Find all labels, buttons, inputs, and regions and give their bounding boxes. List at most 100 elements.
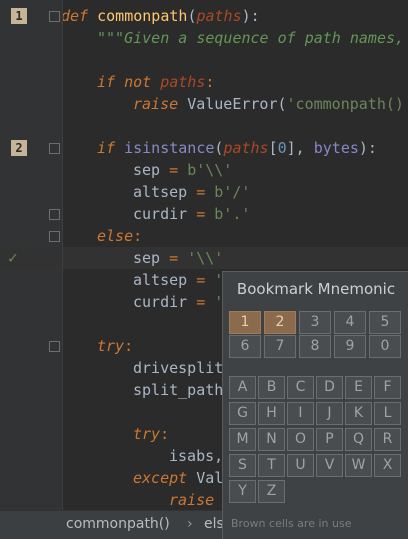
mnemonic-cell-c[interactable]: C	[287, 376, 314, 399]
mnemonic-cell-n[interactable]: N	[258, 428, 285, 451]
code-text: raise ValueError('commonpath() arg is an…	[133, 93, 408, 115]
code-line[interactable]: """Given a sequence of path names, retur…	[63, 27, 408, 49]
mnemonic-cell-z[interactable]: Z	[258, 480, 285, 503]
mnemonic-cell-4[interactable]: 4	[334, 311, 366, 334]
mnemonic-cell-m[interactable]: M	[229, 428, 256, 451]
mnemonic-cell-f[interactable]: F	[374, 376, 401, 399]
mnemonic-cell-h[interactable]: H	[258, 402, 285, 425]
fold-marker-icon[interactable]	[49, 341, 60, 352]
mnemonic-cell-w[interactable]: W	[345, 454, 372, 477]
code-token: commonpath	[97, 7, 188, 25]
code-token: paths	[223, 139, 269, 157]
code-line[interactable]	[63, 115, 408, 137]
code-token: =	[169, 249, 188, 267]
code-token: :	[133, 227, 143, 245]
mnemonic-cell-a[interactable]: A	[229, 376, 256, 399]
code-line[interactable]: def commonpath(paths):	[63, 5, 408, 27]
mnemonic-cell-3[interactable]: 3	[299, 311, 331, 334]
mnemonic-cell-g[interactable]: G	[229, 402, 256, 425]
fold-marker-icon[interactable]	[49, 231, 60, 242]
mnemonic-cell-2[interactable]: 2	[264, 311, 296, 334]
code-token: =	[196, 293, 215, 311]
code-token: altsep	[133, 271, 197, 289]
mnemonic-cell-7[interactable]: 7	[264, 335, 296, 358]
code-line[interactable]: if isinstance(paths[0], bytes):	[63, 137, 408, 159]
code-text: curdir = b'.'	[133, 203, 250, 225]
mnemonic-cell-1[interactable]: 1	[229, 311, 261, 334]
code-line-current[interactable]: sep = '\\'	[63, 247, 408, 269]
breadcrumb-item-function[interactable]: commonpath()	[66, 511, 170, 538]
code-token: paths	[196, 7, 242, 25]
mnemonic-cell-o[interactable]: O	[287, 428, 314, 451]
code-token: raise	[133, 95, 188, 113]
code-token: raise	[169, 491, 224, 509]
code-token: :	[160, 425, 170, 443]
code-line[interactable]: sep = b'\\'	[63, 159, 408, 181]
code-token: sep	[133, 161, 170, 179]
code-token: curdir	[133, 293, 197, 311]
mnemonic-cell-p[interactable]: P	[316, 428, 343, 451]
code-token: [	[268, 139, 278, 157]
mnemonic-cell-x[interactable]: X	[374, 454, 401, 477]
code-token: bytes	[313, 139, 359, 157]
code-token: sep	[133, 249, 170, 267]
mnemonic-cell-s[interactable]: S	[229, 454, 256, 477]
mnemonic-cell-r[interactable]: R	[374, 428, 401, 451]
code-token: isinstance	[124, 139, 215, 157]
code-text: sep = '\\'	[133, 247, 223, 269]
fold-marker-icon[interactable]	[49, 11, 60, 22]
mnemonic-cell-l[interactable]: L	[374, 402, 401, 425]
code-token: if	[97, 139, 125, 157]
mnemonic-cell-b[interactable]: B	[258, 376, 285, 399]
code-text: sep = b'\\'	[133, 159, 232, 181]
code-token: 0	[277, 139, 287, 157]
mnemonic-cell-0[interactable]: 0	[369, 335, 401, 358]
code-token: (	[277, 95, 287, 113]
code-token: '\\'	[187, 249, 224, 267]
mnemonic-cell-v[interactable]: V	[316, 454, 343, 477]
mnemonic-cell-8[interactable]: 8	[299, 335, 331, 358]
code-text: if not paths:	[97, 71, 214, 93]
code-line[interactable]	[63, 49, 408, 71]
code-token: :	[124, 337, 134, 355]
code-token: curdir	[133, 205, 197, 223]
fold-marker-icon[interactable]	[49, 209, 60, 220]
code-token: altsep	[133, 183, 197, 201]
code-line[interactable]: raise ValueError('commonpath() arg is an…	[63, 93, 408, 115]
check-icon: ✓	[8, 248, 18, 267]
mnemonic-cell-j[interactable]: J	[316, 402, 343, 425]
code-line[interactable]: else:	[63, 225, 408, 247]
code-token: =	[196, 271, 215, 289]
code-token: ):	[241, 7, 260, 25]
mnemonic-cell-9[interactable]: 9	[334, 335, 366, 358]
mnemonic-cell-u[interactable]: U	[287, 454, 314, 477]
mnemonic-cell-5[interactable]: 5	[369, 311, 401, 334]
bookmark-badge-icon[interactable]: 2	[11, 140, 27, 156]
code-line[interactable]: if not paths:	[63, 71, 408, 93]
code-token: ValueError	[187, 95, 278, 113]
mnemonic-cell-6[interactable]: 6	[229, 335, 261, 358]
code-text: try:	[97, 335, 133, 357]
code-token: :	[205, 73, 215, 91]
code-token: b'\\'	[187, 161, 233, 179]
code-line[interactable]: altsep = b'/'	[63, 181, 408, 203]
fold-marker-icon[interactable]	[49, 143, 60, 154]
code-token: b'/'	[214, 183, 251, 201]
mnemonic-cell-i[interactable]: I	[287, 402, 314, 425]
popup-hint: Brown cells are in use	[231, 517, 352, 530]
code-token: ):	[358, 139, 377, 157]
mnemonic-cell-e[interactable]: E	[345, 376, 372, 399]
code-text: """Given a sequence of path names, retur…	[97, 27, 408, 49]
mnemonic-cell-t[interactable]: T	[258, 454, 285, 477]
code-token: except	[133, 469, 197, 487]
mnemonic-cell-q[interactable]: Q	[345, 428, 372, 451]
code-text: try:	[133, 423, 169, 445]
bookmark-mnemonic-popup: Bookmark Mnemonic 12345 67890 ABCDEF GHIJKL…	[222, 271, 408, 539]
mnemonic-cell-k[interactable]: K	[345, 402, 372, 425]
mnemonic-cell-y[interactable]: Y	[229, 480, 256, 503]
code-token: 'commonpath() arg is an empty sequence'	[286, 95, 404, 113]
bookmark-badge-icon[interactable]: 1	[11, 8, 27, 24]
code-line[interactable]: curdir = b'.'	[63, 203, 408, 225]
mnemonic-cell-d[interactable]: D	[316, 376, 343, 399]
code-text: altsep = b'/'	[133, 181, 250, 203]
